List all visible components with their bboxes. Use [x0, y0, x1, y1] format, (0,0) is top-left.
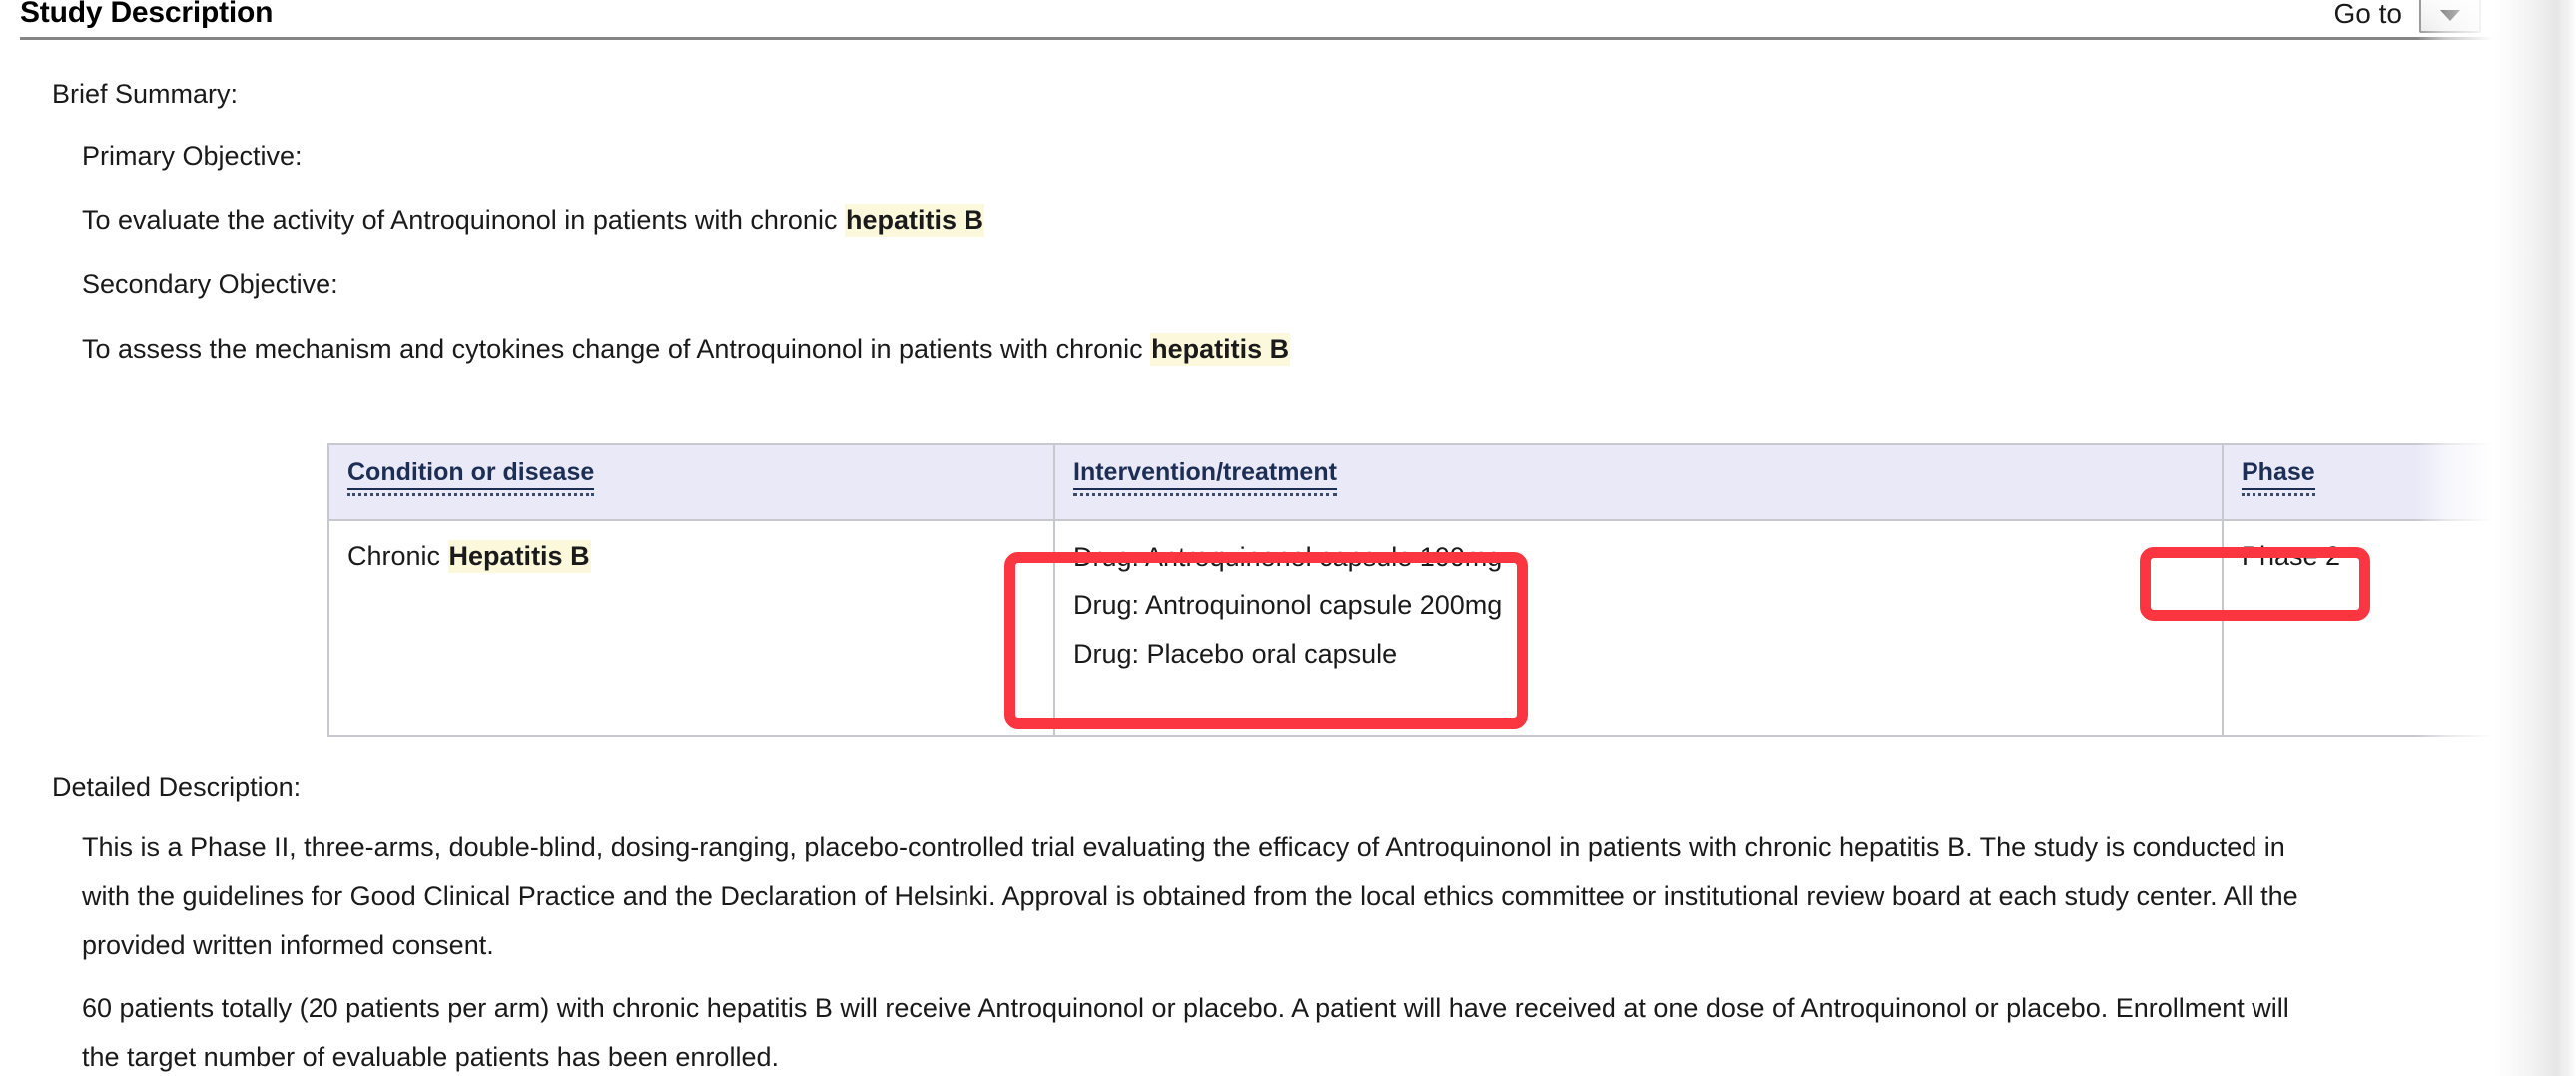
cell-condition: Chronic Hepatitis B — [327, 519, 1055, 737]
list-item[interactable]: Drug: Antroquinonol capsule 100mg — [1073, 539, 2222, 575]
highlight-hepatitis-b-condition: Hepatitis B — [447, 540, 591, 573]
goto-control-group: Go to — [2334, 0, 2481, 33]
detailed-description-paragraph-1-line-2: with the guidelines for Good Clinical Pr… — [82, 881, 2298, 911]
column-header-condition: Condition or disease — [327, 443, 1055, 521]
table-body: Chronic Hepatitis B Drug: Antroquinonol … — [327, 519, 2573, 737]
phase-value: Phase 2 — [2242, 541, 2341, 571]
condition-value: Chronic Hepatitis B — [347, 539, 1053, 575]
column-header-intervention: Intervention/treatment — [1053, 443, 2224, 521]
condition-prefix: Chronic — [347, 541, 448, 571]
detailed-description-paragraph-2-line-2: the target number of evaluable patients … — [82, 1042, 779, 1072]
secondary-objective-label: Secondary Objective: — [82, 269, 338, 299]
list-item[interactable]: Drug: Antroquinonol capsule 200mg — [1073, 587, 2222, 623]
detailed-description-paragraph-1-line-3: provided written informed consent. — [82, 930, 494, 960]
intervention-list: Drug: Antroquinonol capsule 100mg Drug: … — [1073, 539, 2222, 672]
detailed-description-label: Detailed Description: — [52, 772, 302, 802]
cell-phase: Phase 2 — [2222, 519, 2573, 737]
section-header: Study Description Go to — [0, 0, 2576, 40]
column-header-intervention-link[interactable]: Intervention/treatment — [1073, 458, 1337, 495]
table-header-row: Condition or disease Intervention/treatm… — [327, 443, 2573, 521]
header-divider — [20, 37, 2546, 40]
study-description-page: Study Description Go to Brief Summary: P… — [0, 0, 2576, 1076]
goto-label: Go to — [2333, 0, 2402, 29]
column-header-phase: Phase — [2222, 443, 2573, 521]
primary-objective-text: To evaluate the activity of Antroquinono… — [82, 204, 984, 237]
column-header-condition-link[interactable]: Condition or disease — [347, 458, 595, 495]
table-row: Chronic Hepatitis B Drug: Antroquinonol … — [327, 519, 2573, 737]
column-header-phase-link[interactable]: Phase — [2242, 458, 2315, 495]
goto-dropdown-button[interactable] — [2419, 0, 2481, 33]
primary-objective-label: Primary Objective: — [82, 141, 303, 171]
secondary-objective-text-body: To assess the mechanism and cytokines ch… — [82, 334, 1151, 364]
highlight-hepatitis-b-primary: hepatitis B — [844, 204, 984, 237]
conditions-interventions-table: Condition or disease Intervention/treatm… — [327, 443, 2573, 737]
highlight-hepatitis-b-secondary: hepatitis B — [1150, 333, 1291, 366]
primary-objective-text-body: To evaluate the activity of Antroquinono… — [82, 205, 845, 235]
chevron-down-icon — [2440, 9, 2460, 21]
detailed-description-paragraph-1-line-1: This is a Phase II, three-arms, double-b… — [82, 832, 2285, 862]
page-title: Study Description — [20, 0, 274, 29]
list-item[interactable]: Drug: Placebo oral capsule — [1073, 636, 2222, 672]
secondary-objective-text: To assess the mechanism and cytokines ch… — [82, 333, 1291, 366]
table-head: Condition or disease Intervention/treatm… — [327, 443, 2573, 521]
cell-intervention: Drug: Antroquinonol capsule 100mg Drug: … — [1053, 519, 2224, 737]
detailed-description-paragraph-2-line-1: 60 patients totally (20 patients per arm… — [82, 993, 2289, 1023]
brief-summary-label: Brief Summary: — [52, 79, 239, 109]
